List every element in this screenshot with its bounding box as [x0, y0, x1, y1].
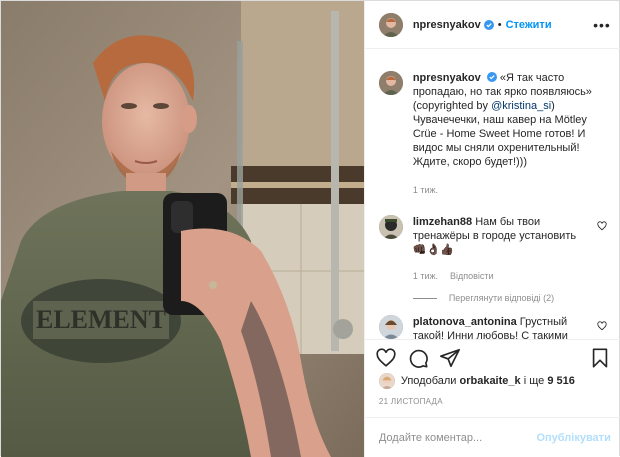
- mention-link[interactable]: @kristina_si: [491, 100, 551, 112]
- view-replies-button[interactable]: Переглянути відповіді (2): [412, 293, 607, 303]
- caption-username[interactable]: npresnyakov: [413, 72, 481, 84]
- follow-button[interactable]: Стежити: [506, 19, 552, 31]
- commenter-avatar[interactable]: [378, 315, 403, 339]
- caption: npresnyakov «Я так часто пропадаю, но та…: [378, 71, 607, 197]
- caption-line: Crüe - Home Sweet Home готов! И: [412, 128, 586, 140]
- heart-icon[interactable]: [375, 347, 397, 369]
- caption-line: «Я так часто: [499, 72, 565, 84]
- author-avatar[interactable]: [378, 12, 403, 37]
- verified-badge-icon: [483, 19, 494, 30]
- comment-text: Грустный: [519, 316, 568, 328]
- caption-line: видос мы сняли охренительный!: [412, 142, 580, 154]
- comment-like-heart-icon[interactable]: [597, 221, 607, 231]
- reply-button[interactable]: Відповісти: [450, 269, 494, 283]
- caption-time[interactable]: 1 тиж.: [413, 183, 438, 197]
- likes-count[interactable]: 9 516: [547, 375, 575, 387]
- comment-icon[interactable]: [407, 347, 429, 369]
- caption-line: пропадаю, но так ярко появляюсь»: [412, 86, 592, 98]
- comment-time[interactable]: 1 тиж.: [413, 269, 438, 283]
- caption-avatar[interactable]: [378, 71, 403, 95]
- caption-meta: 1 тиж.: [413, 183, 603, 197]
- comment-body: platonova_antonina Грустный такой! Инни …: [413, 315, 603, 339]
- publish-button[interactable]: Опублікувати: [536, 432, 610, 444]
- comment-text: Нам бы твои: [475, 216, 541, 228]
- view-replies-label: Переглянути відповіді (2): [448, 293, 555, 303]
- comment-item: limzehan88 Нам бы твои тренажёры в город…: [378, 215, 607, 283]
- verified-badge-icon: [486, 72, 497, 82]
- liker-avatar[interactable]: [378, 373, 395, 389]
- post-date[interactable]: 21 ЛИСТОПАДА: [379, 397, 443, 406]
- comment-body: limzehan88 Нам бы твои тренажёры в город…: [413, 215, 603, 283]
- svg-text:ELEMENT: ELEMENT: [36, 305, 166, 334]
- commenter-avatar[interactable]: [378, 215, 403, 239]
- comment-input[interactable]: [378, 431, 537, 444]
- separator-dot: •: [497, 18, 502, 31]
- more-options-icon[interactable]: •••: [593, 18, 611, 32]
- comment-text: тренажёры в городе установить: [412, 230, 577, 242]
- bookmark-icon[interactable]: [589, 347, 611, 369]
- caption-line: Чувачечечки, наш кавер на Mötley: [412, 114, 587, 126]
- action-bar: [364, 339, 620, 375]
- caption-line-mention: (copyrighted by @kristina_si): [412, 100, 555, 112]
- comments-list[interactable]: npresnyakov «Я так часто пропадаю, но та…: [365, 49, 620, 339]
- comment-item: platonova_antonina Грустный такой! Инни …: [378, 315, 607, 339]
- selfie-photo-image: ELEMENT: [1, 1, 364, 457]
- author-username[interactable]: npresnyakov: [413, 19, 481, 31]
- likes-prefix: Уподобали: [400, 375, 457, 387]
- comment-text: такой! Инни любовь! С такими: [412, 330, 568, 339]
- comment-meta: 1 тиж. Відповісти: [413, 269, 603, 283]
- comment-like-heart-icon[interactable]: [597, 321, 607, 331]
- post-header: npresnyakov • Стежити •••: [364, 1, 620, 49]
- share-icon[interactable]: [439, 347, 461, 369]
- caption-line: Ждите, скоро будет!))): [412, 156, 527, 168]
- comment-emoji: 👊🏿👌🏿👍🏿: [412, 244, 454, 256]
- add-comment-bar: Опублікувати: [364, 417, 620, 457]
- liker-username[interactable]: orbakaite_k: [459, 375, 520, 387]
- replies-divider: [412, 297, 437, 299]
- likes-summary: Уподобали orbakaite_k і ще 9 516: [378, 373, 575, 389]
- caption-body: npresnyakov «Я так часто пропадаю, но та…: [413, 71, 603, 197]
- instagram-post: ELEMENT npresnyakov • Стежити ••• npresn…: [0, 0, 620, 457]
- post-photo[interactable]: ELEMENT: [1, 1, 364, 457]
- post-side-panel: npresnyakov • Стежити ••• npresnyakov «Я…: [363, 1, 620, 457]
- comment-username[interactable]: platonova_antonina: [413, 316, 517, 328]
- comment-username[interactable]: limzehan88: [413, 216, 472, 228]
- likes-suffix: і ще: [523, 375, 545, 387]
